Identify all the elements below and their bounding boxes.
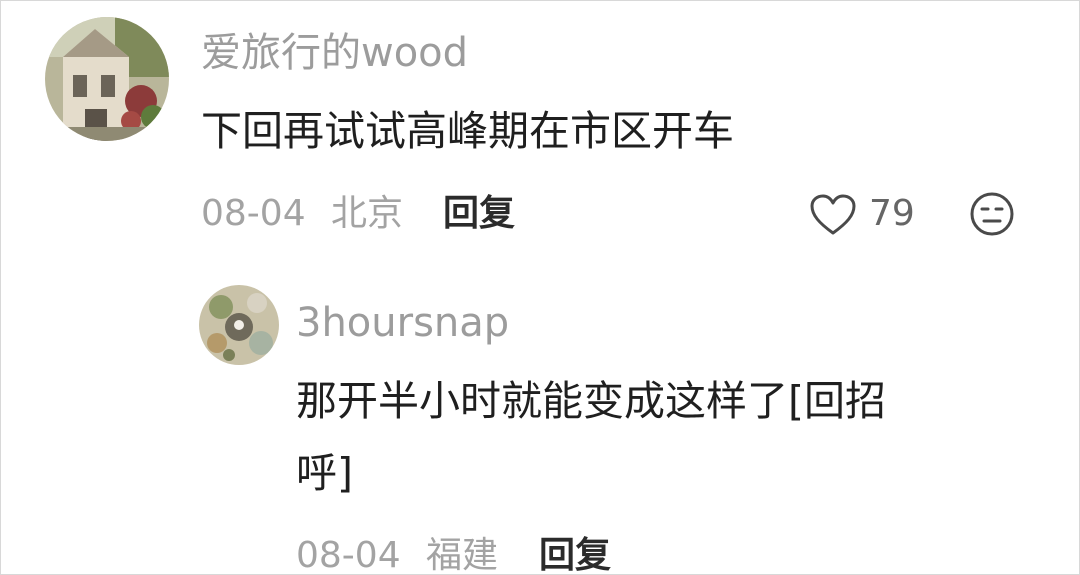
comment-username[interactable]: 爱旅行的wood xyxy=(201,33,468,73)
meh-face-icon[interactable] xyxy=(969,191,1015,237)
reply-avatar[interactable] xyxy=(199,285,279,365)
like-count: 79 xyxy=(869,193,915,234)
reply-avatar-image xyxy=(199,285,279,365)
comment-location: 北京 xyxy=(331,193,404,234)
avatar[interactable] xyxy=(45,17,169,141)
comment-text: 下回再试试高峰期在市区开车 xyxy=(201,107,734,155)
comment-thread: 爱旅行的wood 下回再试试高峰期在市区开车 08-04 北京 回复 79 3h xyxy=(0,0,1080,575)
reply-text-line-1: 那开半小时就能变成这样了[回招 xyxy=(296,377,886,425)
comment-reply-button[interactable]: 回复 xyxy=(443,196,515,232)
reply-location: 福建 xyxy=(426,535,499,575)
avatar-image xyxy=(45,17,169,141)
reply-text-line-2: 呼] xyxy=(296,449,353,497)
heart-outline-icon[interactable] xyxy=(809,193,857,237)
reply-reply-button[interactable]: 回复 xyxy=(539,538,611,574)
reply-username[interactable]: 3hoursnap xyxy=(296,303,509,343)
reply-date: 08-04 xyxy=(296,535,401,575)
comment-date: 08-04 xyxy=(201,193,306,234)
